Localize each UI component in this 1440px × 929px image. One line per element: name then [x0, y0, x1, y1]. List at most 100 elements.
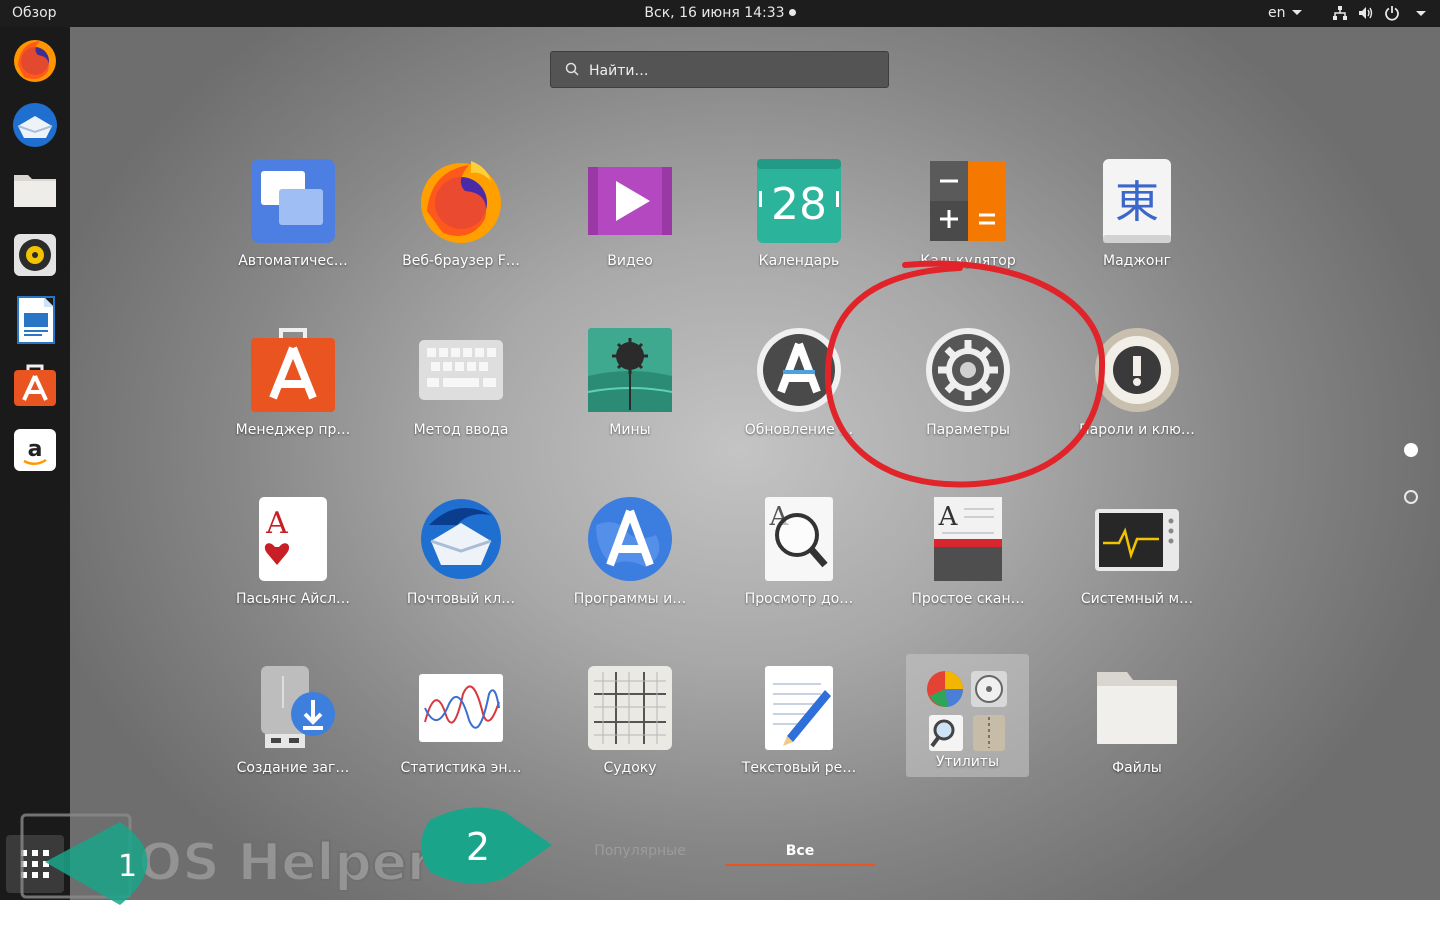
volume-icon: [1359, 7, 1373, 19]
app-label: Утилиты: [935, 754, 1000, 770]
files-icon: [1093, 664, 1181, 752]
dock-files[interactable]: [10, 165, 60, 215]
app-label: Автоматичес…: [238, 253, 348, 269]
svg-text:a: a: [28, 437, 43, 462]
folder-utilities[interactable]: Утилиты: [906, 654, 1029, 777]
app-tile[interactable]: Создание заг…: [216, 664, 366, 794]
app-label: Текстовый ре…: [741, 760, 857, 776]
app-tile[interactable]: Судоку: [553, 664, 703, 794]
app-tile[interactable]: Статистика эн…: [384, 664, 534, 794]
amazon-icon: a: [14, 429, 56, 471]
app-label: Мины: [609, 422, 651, 438]
system-tray[interactable]: [1332, 5, 1426, 21]
dock-ubuntu-software[interactable]: [10, 360, 60, 410]
app-tile[interactable]: Видео: [553, 157, 703, 287]
settings-icon: [924, 326, 1012, 414]
app-label: Веб-браузер F…: [402, 253, 520, 269]
passwords-icon: [1093, 326, 1181, 414]
mines-icon: [586, 326, 674, 414]
app-tile[interactable]: Программы и…: [553, 495, 703, 625]
app-label: Маджонг: [1102, 253, 1172, 269]
desktop-overview: Обзор Вск, 16 июня 14:33 en a Найти… Авт…: [0, 0, 1440, 900]
app-label: Пароли и клю…: [1079, 422, 1195, 438]
app-label: Простое скан…: [911, 591, 1025, 607]
language-label: en: [1268, 5, 1286, 21]
app-tile[interactable]: A Пасьянс Айсл…: [216, 495, 366, 625]
active-tab-underline: [725, 864, 875, 866]
page-indicator-active[interactable]: [1404, 443, 1418, 457]
writer-icon: [17, 296, 55, 344]
software-properties-icon: [586, 495, 674, 583]
chevron-down-icon: [1416, 10, 1426, 16]
system-monitor-icon: [1093, 495, 1181, 583]
app-tile[interactable]: Метод ввода: [384, 326, 534, 456]
app-tile[interactable]: Пароли и клю…: [1060, 326, 1210, 456]
app-label: Калькулятор: [920, 253, 1016, 269]
app-tile[interactable]: A Просмотр до…: [722, 495, 872, 625]
clock[interactable]: Вск, 16 июня 14:33: [0, 5, 1440, 21]
chevron-down-icon: [1291, 10, 1302, 15]
app-tile[interactable]: Системный м…: [1060, 495, 1210, 625]
language-indicator[interactable]: en: [1268, 5, 1302, 21]
sudoku-icon: [586, 664, 674, 752]
view-switcher: Популярные Все: [0, 843, 1440, 873]
usb-creator-icon: [249, 664, 337, 752]
tab-all-label: Все: [785, 843, 815, 859]
app-tile[interactable]: Обновление …: [722, 326, 872, 456]
dock-firefox[interactable]: [10, 35, 60, 85]
app-tile[interactable]: Текстовый ре…: [722, 664, 872, 794]
app-tile[interactable]: Калькулятор: [891, 157, 1041, 287]
tab-frequent[interactable]: Популярные: [565, 843, 715, 859]
firefox-icon: [417, 157, 505, 245]
app-label: Пасьянс Айсл…: [235, 591, 351, 607]
page-indicator[interactable]: [1404, 490, 1418, 504]
app-tile[interactable]: Веб-браузер F…: [384, 157, 534, 287]
tab-all[interactable]: Все: [725, 843, 875, 866]
app-tile[interactable]: 28 Календарь: [722, 157, 872, 287]
video-icon: [586, 157, 674, 245]
dock: a: [0, 27, 70, 900]
app-tile[interactable]: 東 Маджонг: [1060, 157, 1210, 287]
update-icon: [755, 326, 843, 414]
files-icon: [14, 175, 56, 207]
utilities-folder-icon: [924, 668, 1012, 756]
network-icon: [1333, 6, 1347, 20]
document-viewer-icon: A: [755, 495, 843, 583]
app-label: Видео: [607, 253, 653, 269]
scanner-icon: A: [924, 495, 1012, 583]
calendar-icon: 28: [755, 157, 843, 245]
thunderbird-icon: [13, 103, 57, 147]
app-tile[interactable]: A Простое скан…: [891, 495, 1041, 625]
app-tile[interactable]: Мины: [553, 326, 703, 456]
app-label: Метод ввода: [413, 422, 509, 438]
thunderbird-icon: [417, 495, 505, 583]
app-tile[interactable]: Менеджер пр…: [216, 326, 366, 456]
app-tile[interactable]: Файлы: [1060, 664, 1210, 794]
app-label: Программы и…: [573, 591, 687, 607]
calculator-icon: [924, 157, 1012, 245]
app-label: Создание заг…: [236, 760, 350, 776]
notification-dot-icon: [788, 9, 796, 16]
top-bar: Обзор Вск, 16 июня 14:33 en: [0, 0, 1440, 27]
app-tile[interactable]: Параметры: [891, 326, 1041, 456]
dock-thunderbird[interactable]: [10, 100, 60, 150]
app-label: Судоку: [603, 760, 657, 776]
search-box[interactable]: [550, 51, 889, 88]
search-icon: [565, 62, 579, 76]
firefox-icon: [14, 40, 56, 82]
app-tile[interactable]: Автоматичес…: [216, 157, 366, 287]
svg-text:A: A: [265, 506, 288, 541]
search-input[interactable]: [587, 58, 881, 84]
dock-libreoffice-writer[interactable]: [10, 295, 60, 345]
app-label: Обновление …: [744, 422, 854, 438]
app-label: Статистика эн…: [400, 760, 522, 776]
dock-amazon[interactable]: a: [10, 425, 60, 475]
app-label: Файлы: [1112, 760, 1162, 776]
app-tile[interactable]: Почтовый кл…: [384, 495, 534, 625]
dock-rhythmbox[interactable]: [10, 230, 60, 280]
app-label: Просмотр до…: [744, 591, 854, 607]
app-label: Календарь: [758, 253, 840, 269]
app-label: Системный м…: [1080, 591, 1194, 607]
power-icon: [1385, 6, 1399, 21]
app-label: Почтовый кл…: [406, 591, 516, 607]
